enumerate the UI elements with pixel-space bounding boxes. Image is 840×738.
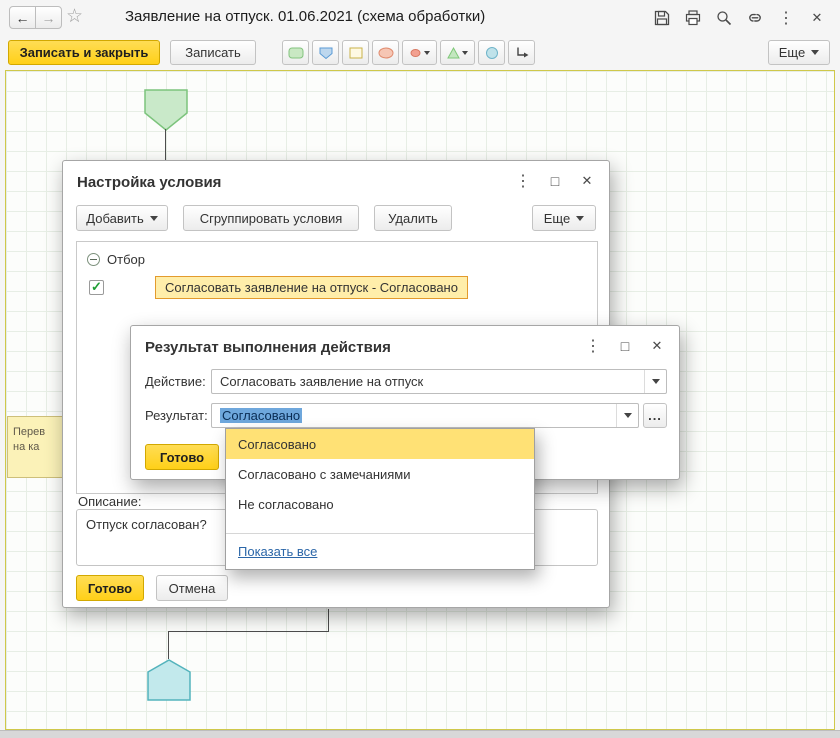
save-button[interactable]: Записать [170, 40, 256, 65]
window-header: Заявление на отпуск. 01.06.2021 (схема о… [0, 0, 840, 70]
condition-text[interactable]: Согласовать заявление на отпуск - Соглас… [155, 276, 468, 299]
start-shape-tool[interactable] [312, 40, 339, 65]
done-button[interactable]: Готово [145, 444, 219, 470]
maximize-icon[interactable] [617, 337, 633, 355]
collapse-icon[interactable] [87, 253, 100, 266]
maximize-icon[interactable] [547, 172, 563, 190]
dropdown-option[interactable]: Не согласовано [226, 489, 534, 519]
forward-icon [42, 10, 56, 26]
add-label: Добавить [86, 211, 143, 226]
app-window: Заявление на отпуск. 01.06.2021 (схема о… [0, 0, 840, 738]
note-text: Перев [13, 425, 59, 440]
save-and-close-button[interactable]: Записать и закрыть [8, 40, 160, 65]
cancel-button[interactable]: Отмена [156, 575, 228, 601]
dialog-title: Настройка условия [77, 174, 221, 191]
open-button[interactable]: ... [643, 403, 667, 428]
action-label: Действие: [145, 374, 206, 389]
show-all-link[interactable]: Показать все [238, 544, 317, 559]
sticky-note[interactable]: Перев на ка [7, 416, 64, 478]
kebab-icon[interactable] [585, 337, 601, 355]
chevron-down-icon [652, 379, 660, 384]
shape-toolbar [282, 40, 535, 65]
start-node[interactable] [144, 89, 188, 131]
print-icon[interactable] [682, 7, 704, 29]
header-icons [651, 7, 828, 29]
add-button[interactable]: Добавить [76, 205, 168, 231]
link-icon[interactable] [744, 7, 766, 29]
close-icon[interactable] [579, 172, 595, 190]
dialog-controls [515, 172, 595, 190]
more-label: Еще [544, 211, 570, 226]
forward-button[interactable] [35, 6, 62, 29]
connector-line [328, 609, 329, 631]
done-button[interactable]: Готово [76, 575, 144, 601]
connector-line [165, 129, 166, 161]
action-combobox[interactable]: Согласовать заявление на отпуск [211, 369, 667, 394]
chevron-down-icon [150, 216, 158, 221]
delete-button[interactable]: Удалить [374, 205, 452, 231]
kebab-icon[interactable] [775, 7, 797, 29]
find-icon[interactable] [713, 7, 735, 29]
dialog-controls [585, 337, 665, 355]
action-value: Согласовать заявление на отпуск [212, 374, 644, 389]
result-value-selected: Согласовано [220, 408, 302, 423]
end-node[interactable] [147, 659, 191, 701]
result-combobox[interactable]: Согласовано [211, 403, 639, 428]
more-button[interactable]: Еще [532, 205, 596, 231]
nav-buttons [9, 6, 62, 29]
window-bottom-edge [0, 730, 840, 738]
condition-row[interactable]: Согласовать заявление на отпуск - Соглас… [77, 274, 597, 300]
note-text: на ка [13, 440, 59, 455]
dropdown-option[interactable]: Согласовано с замечаниями [226, 459, 534, 489]
result-shape-tool[interactable] [478, 40, 505, 65]
kebab-icon[interactable] [515, 172, 531, 190]
dialog-title: Результат выполнения действия [145, 339, 391, 356]
group-conditions-button[interactable]: Сгруппировать условия [183, 205, 359, 231]
tree-root-row[interactable]: Отбор [77, 247, 145, 271]
more-button[interactable]: Еще [768, 40, 830, 65]
dropdown-button[interactable] [616, 404, 638, 427]
close-icon[interactable] [806, 7, 828, 29]
description-label: Описание: [78, 494, 141, 509]
connector-line [168, 631, 329, 632]
window-title: Заявление на отпуск. 01.06.2021 (схема о… [125, 8, 485, 25]
close-icon[interactable] [649, 337, 665, 355]
more-label: Еще [779, 45, 805, 60]
save-icon[interactable] [651, 7, 673, 29]
show-all-row: Показать все [226, 533, 534, 569]
tree-root-label: Отбор [107, 252, 145, 267]
chevron-down-icon [462, 51, 468, 55]
dropdown-button[interactable] [644, 370, 666, 393]
switch-shape-tool[interactable] [402, 40, 437, 65]
chevron-down-icon [624, 413, 632, 418]
action-shape-tool[interactable] [342, 40, 369, 65]
result-dropdown-list: Согласовано Согласовано с замечаниями Не… [225, 428, 535, 570]
connector-line [168, 631, 169, 659]
chevron-down-icon [424, 51, 430, 55]
comment-shape-tool[interactable] [282, 40, 309, 65]
chevron-down-icon [576, 216, 584, 221]
result-label: Результат: [145, 408, 208, 423]
condition-checkbox[interactable] [89, 280, 104, 295]
chevron-down-icon [811, 50, 819, 55]
dropdown-option-selected[interactable]: Согласовано [226, 429, 534, 459]
condition-shape-tool[interactable] [372, 40, 399, 65]
favorite-star-icon[interactable] [66, 5, 83, 28]
description-text: Отпуск согласован? [86, 517, 207, 532]
split-shape-tool[interactable] [440, 40, 475, 65]
back-icon [16, 10, 30, 26]
back-button[interactable] [9, 6, 36, 29]
connector-tool[interactable] [508, 40, 535, 65]
